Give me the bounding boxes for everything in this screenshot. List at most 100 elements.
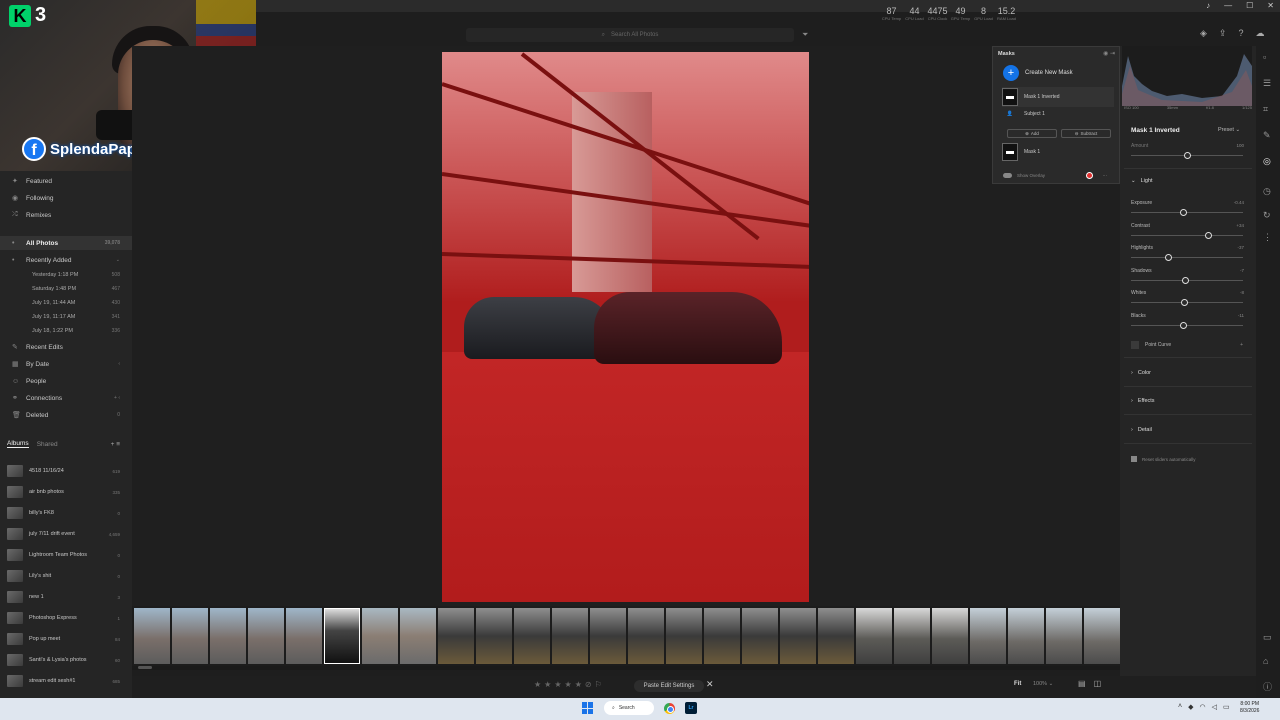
filmstrip-thumbnail[interactable] <box>780 608 816 664</box>
albums-tools[interactable]: + ≡ <box>111 441 120 448</box>
filmstrip-thumbnail[interactable] <box>666 608 702 664</box>
album-item[interactable]: Santi's & Lysia's photos 60 <box>0 651 132 669</box>
scrollbar-thumb[interactable] <box>138 666 152 669</box>
windows-start-icon[interactable] <box>582 702 594 714</box>
sidebar-item-date[interactable]: Yesterday 1:18 PM 508 <box>0 268 132 282</box>
close-paste-icon[interactable]: ✕ <box>706 679 714 690</box>
bell-icon[interactable]: ♪ <box>1206 1 1210 10</box>
edit-icon[interactable]: ▫ <box>1263 52 1266 62</box>
taskbar-clock[interactable]: 8:00 PM 8/3/2026 <box>1240 701 1259 715</box>
exposure-slider[interactable] <box>1131 209 1243 216</box>
mask-item-inverted[interactable]: Mask 1 Inverted <box>1002 87 1114 107</box>
filmstrip-thumbnail[interactable] <box>628 608 664 664</box>
mask-item-1[interactable]: Mask 1 <box>1002 143 1114 161</box>
blacks-slider[interactable] <box>1131 321 1243 329</box>
whites-slider-thumb[interactable] <box>1180 299 1188 306</box>
sidebar-item-by-date[interactable]: ▦ By Date ‹ <box>0 357 132 371</box>
shadows-slider-thumb[interactable] <box>1181 276 1189 284</box>
filmstrip-thumbnail[interactable] <box>172 608 208 664</box>
sidebar-item-remixes[interactable]: ⤮ Remixes <box>0 208 132 222</box>
filmstrip-thumbnail[interactable] <box>438 608 474 664</box>
filmstrip-thumbnail[interactable] <box>818 608 854 664</box>
light-section-header[interactable]: ⌄ Light <box>1131 178 1153 184</box>
filmstrip-thumbnail[interactable] <box>590 608 626 664</box>
security-icon[interactable]: ◆ <box>1188 703 1193 711</box>
filmstrip-scrollbar[interactable] <box>132 666 1120 670</box>
lightroom-icon[interactable]: Lr <box>685 702 697 714</box>
sidebar-item-date[interactable]: July 19, 11:17 AM 341 <box>0 310 132 324</box>
album-item[interactable]: air bnb photos 335 <box>0 483 132 501</box>
shadows-slider[interactable] <box>1131 276 1243 284</box>
add-mask-button[interactable]: ⊕ Add <box>1007 129 1057 138</box>
sidebar-item-following[interactable]: ◉ Following <box>0 191 132 205</box>
minimize-icon[interactable]: — <box>1224 1 1232 10</box>
mask-component-subject[interactable]: 👤 Subject 1 <box>1002 111 1114 117</box>
paste-edit-settings-button[interactable]: Paste Edit Settings <box>634 680 704 692</box>
star-icon[interactable]: ★ <box>575 680 582 689</box>
cloud-icon[interactable]: ☁ <box>1255 28 1264 39</box>
album-item[interactable]: 4518 11/16/24 619 <box>0 462 132 480</box>
healing-icon[interactable]: ✎ <box>1263 130 1271 141</box>
filmstrip-thumbnail[interactable] <box>400 608 436 664</box>
masks-panel-icons[interactable]: ◉ ⇥ <box>1103 50 1115 57</box>
overlay-color-swatch[interactable] <box>1086 172 1093 179</box>
star-icon[interactable]: ★ <box>544 680 551 689</box>
filmstrip-thumbnail[interactable] <box>856 608 892 664</box>
filmstrip-thumbnail[interactable] <box>1046 608 1082 664</box>
filter-icon[interactable]: ⏷ <box>802 30 808 40</box>
history-icon[interactable]: ◷ <box>1263 186 1271 197</box>
filmstrip-thumbnail[interactable] <box>932 608 968 664</box>
point-curve-row[interactable]: Point Curve + <box>1131 340 1245 350</box>
tag-icon[interactable]: ⌂ <box>1263 656 1268 666</box>
album-item[interactable]: new 1 3 <box>0 588 132 606</box>
amount-slider[interactable] <box>1131 152 1243 159</box>
flag-icon[interactable]: ⚐ <box>595 680 602 689</box>
filmstrip-thumbnail[interactable] <box>1084 608 1120 664</box>
filmstrip-thumbnail[interactable] <box>894 608 930 664</box>
filmstrip-thumbnail[interactable] <box>514 608 550 664</box>
maximize-icon[interactable]: ☐ <box>1246 1 1253 10</box>
blacks-slider-thumb[interactable] <box>1179 321 1187 329</box>
tab-shared[interactable]: Shared <box>37 441 58 448</box>
crop-icon[interactable]: ⌗ <box>1263 104 1268 115</box>
chevron-up-icon[interactable]: ˄ <box>1178 703 1182 711</box>
close-icon[interactable]: ✕ <box>1267 1 1274 10</box>
versions-icon[interactable]: ↻ <box>1263 210 1271 221</box>
notification-icon[interactable]: ◈ <box>1200 28 1207 39</box>
reject-flag-icon[interactable]: ⊘ <box>585 680 592 689</box>
highlights-slider[interactable] <box>1131 254 1243 261</box>
more-icon[interactable]: ··· <box>1103 173 1108 178</box>
sliders-icon[interactable]: ☰ <box>1263 78 1271 89</box>
album-item[interactable]: Lightroom Team Photos 0 <box>0 546 132 564</box>
contrast-slider-thumb[interactable] <box>1205 231 1213 239</box>
album-item[interactable]: Lily's shit 0 <box>0 567 132 585</box>
create-mask-button[interactable]: + Create New Mask <box>1003 65 1073 81</box>
filmstrip-thumbnail[interactable] <box>134 608 170 664</box>
exposure-slider-thumb[interactable] <box>1179 209 1187 216</box>
filmstrip-thumbnail[interactable] <box>286 608 322 664</box>
sidebar-item-date[interactable]: July 19, 11:44 AM 430 <box>0 296 132 310</box>
sidebar-item-recently-added[interactable]: • Recently Added ⌄ <box>0 253 132 267</box>
album-item[interactable]: billy's FK8 0 <box>0 504 132 522</box>
amount-slider-thumb[interactable] <box>1184 152 1191 159</box>
album-item[interactable]: july 7/11 drift event 4,659 <box>0 525 132 543</box>
contrast-slider[interactable] <box>1131 231 1243 239</box>
star-icon[interactable]: ★ <box>565 680 572 689</box>
volume-icon[interactable]: ◁ <box>1212 703 1217 711</box>
filmstrip-view-icon[interactable]: ▤ <box>1078 679 1086 688</box>
masking-icon[interactable]: ◎ <box>1263 156 1271 167</box>
wifi-icon[interactable]: ◠ <box>1199 703 1205 711</box>
sidebar-item-all-photos[interactable]: • All Photos 39,078 <box>0 236 132 250</box>
color-section-header[interactable]: › Color <box>1131 370 1151 376</box>
filmstrip-thumbnail[interactable] <box>970 608 1006 664</box>
sidebar-item-date[interactable]: July 18, 1:22 PM 336 <box>0 324 132 338</box>
filmstrip-thumbnail[interactable] <box>1008 608 1044 664</box>
star-icon[interactable]: ★ <box>554 680 561 689</box>
effects-section-header[interactable]: › Effects <box>1131 398 1155 404</box>
chrome-icon[interactable] <box>664 702 675 714</box>
sidebar-item-recent-edits[interactable]: ✎ Recent Edits <box>0 340 132 354</box>
star-icon[interactable]: ★ <box>534 680 541 689</box>
album-item[interactable]: Photoshop Express 1 <box>0 609 132 627</box>
zoom-level[interactable]: 100% ⌄ <box>1033 681 1053 687</box>
sidebar-item-date[interactable]: Saturday 1:48 PM 467 <box>0 282 132 296</box>
